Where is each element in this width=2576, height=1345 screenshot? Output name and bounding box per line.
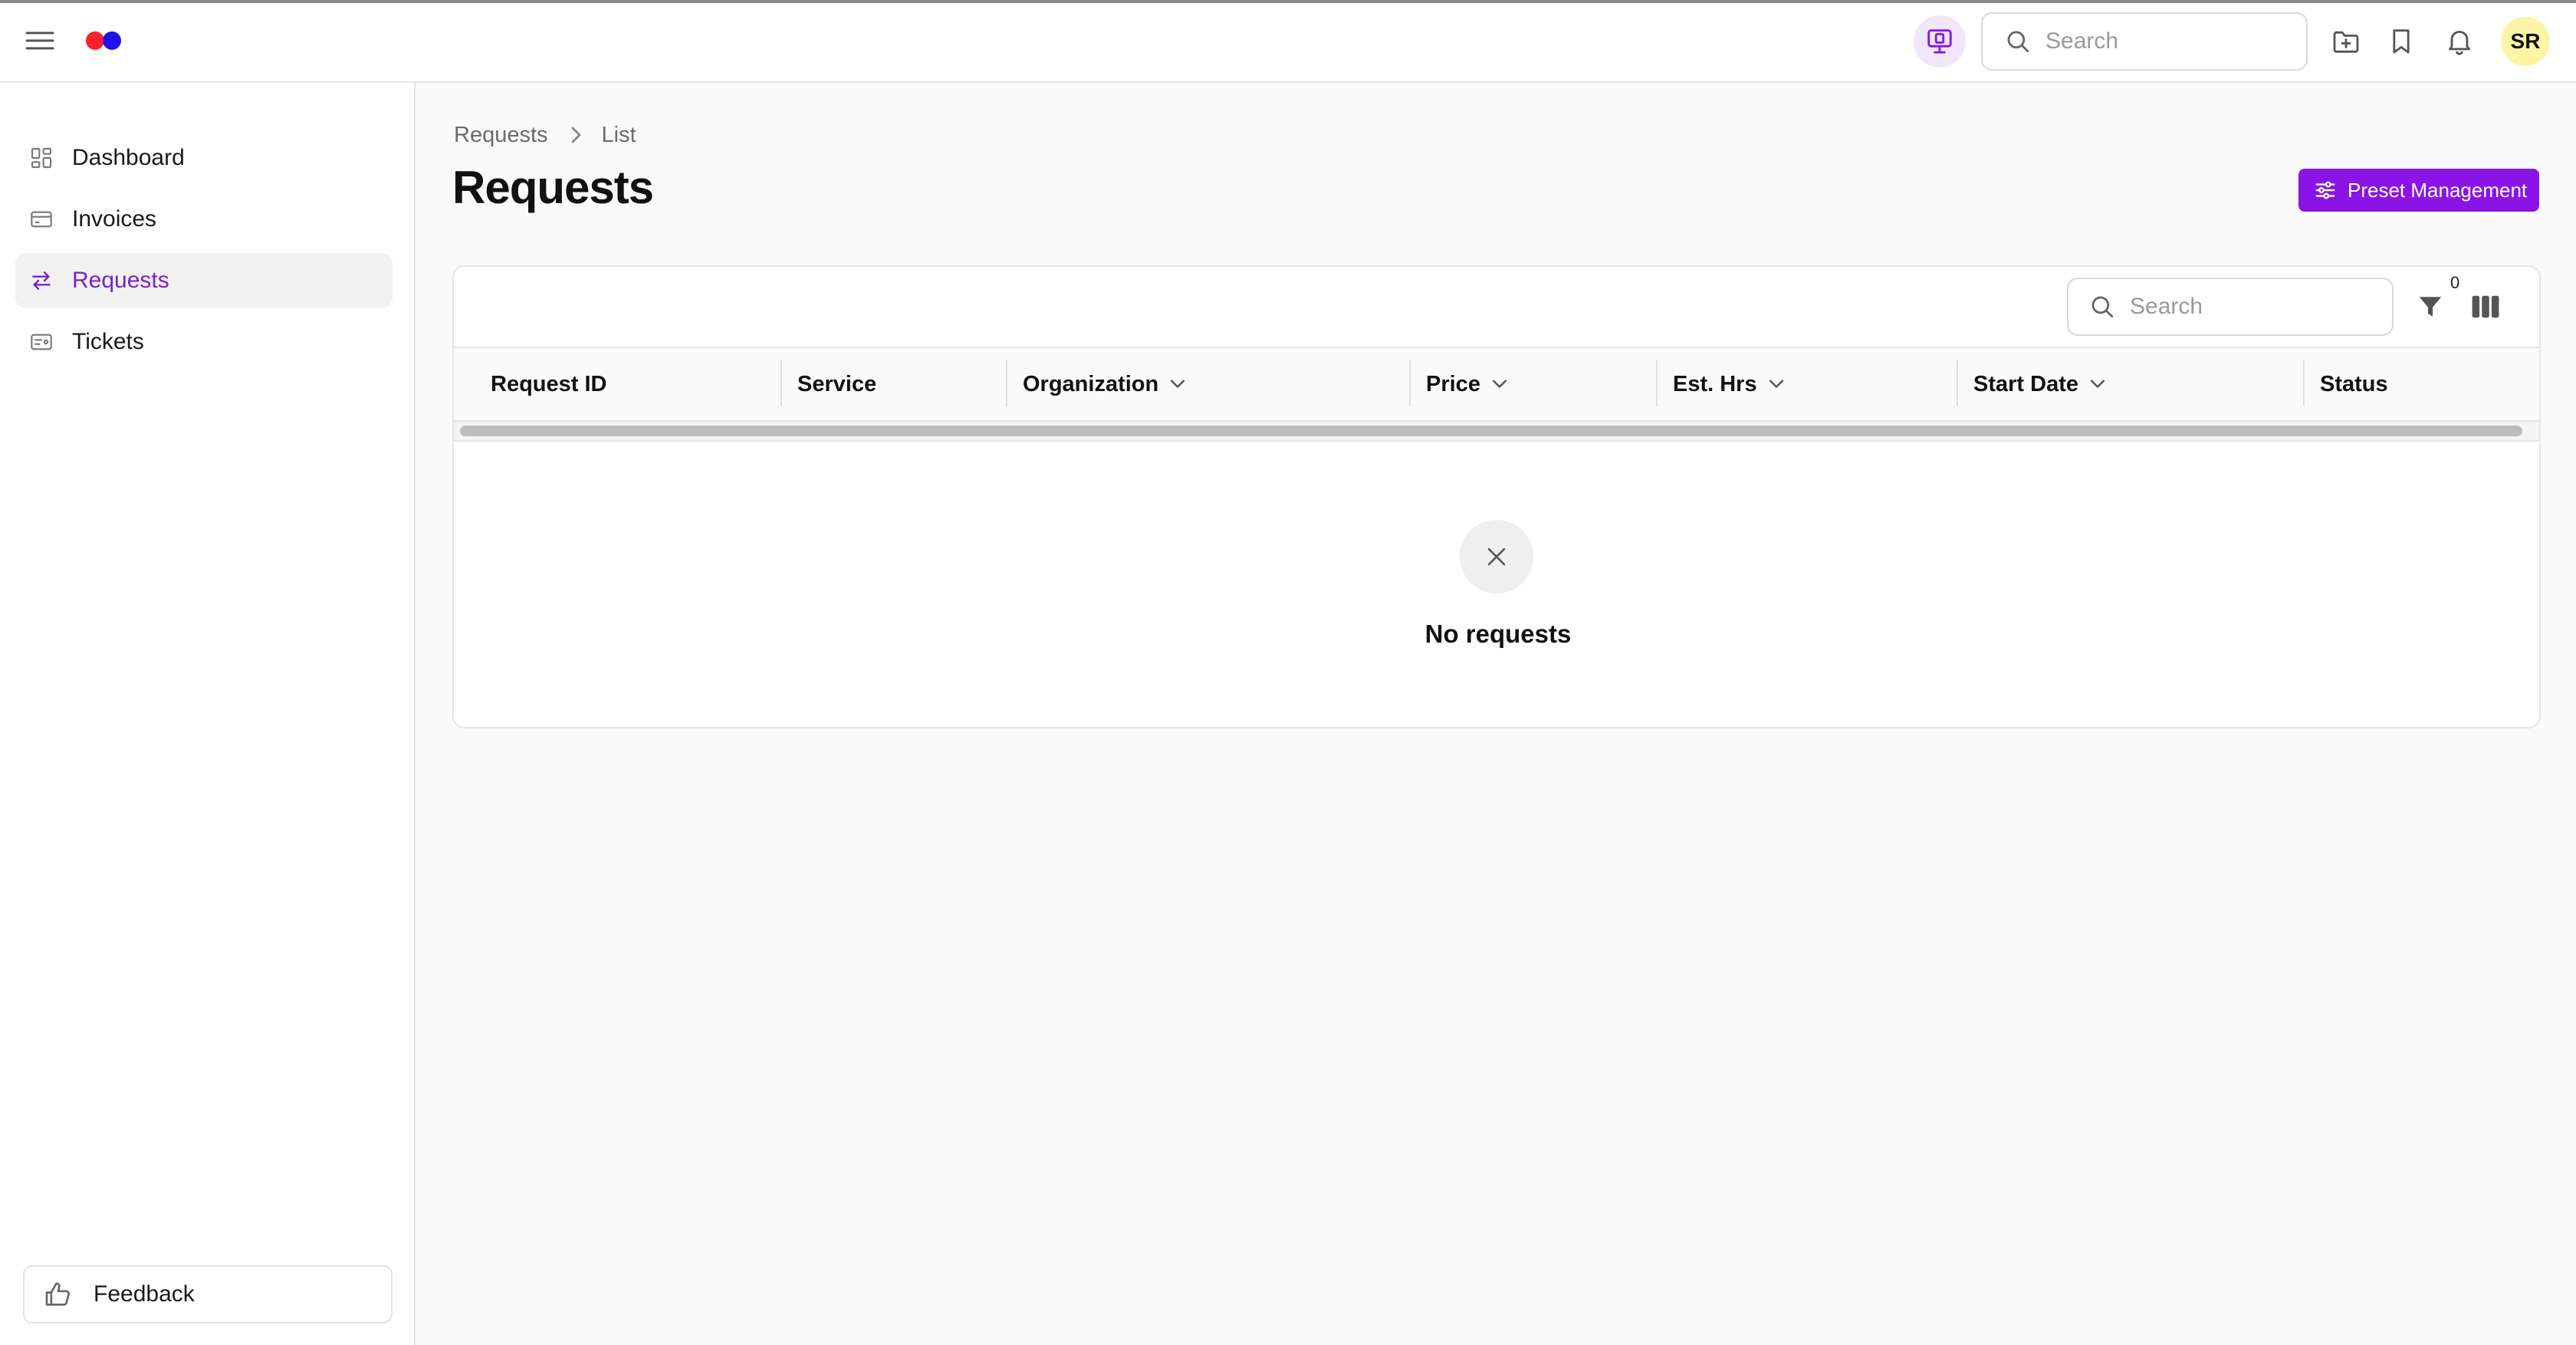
bell-icon[interactable] bbox=[2441, 23, 2478, 60]
sidebar-item-label: Dashboard bbox=[72, 145, 185, 170]
dashboard-icon bbox=[28, 144, 55, 172]
search-icon bbox=[2003, 26, 2033, 57]
bookmark-icon[interactable] bbox=[2383, 23, 2420, 60]
column-divider[interactable] bbox=[2303, 360, 2305, 406]
column-header-est-hrs[interactable]: Est. Hrs bbox=[1673, 348, 1785, 420]
page-title: Requests bbox=[452, 162, 654, 213]
global-search-input[interactable] bbox=[2044, 28, 2277, 55]
table-header: Request ID Service Organization Price Es… bbox=[454, 347, 2539, 420]
ticket-icon bbox=[28, 328, 55, 356]
invoice-icon bbox=[28, 206, 55, 233]
thumbs-up-icon bbox=[41, 1278, 75, 1311]
column-header-price[interactable]: Price bbox=[1426, 348, 1508, 420]
sidebar-item-dashboard[interactable]: Dashboard bbox=[15, 130, 393, 186]
global-search[interactable] bbox=[1981, 12, 2308, 71]
sliders-icon bbox=[2312, 177, 2338, 203]
column-divider[interactable] bbox=[780, 360, 782, 406]
column-header-organization[interactable]: Organization bbox=[1023, 348, 1186, 420]
filter-count-badge: 0 bbox=[2450, 273, 2460, 292]
requests-table-card: 0 Request ID Service Organization Price … bbox=[452, 265, 2541, 728]
table-search[interactable] bbox=[2067, 278, 2394, 336]
chevron-down-icon bbox=[2089, 379, 2106, 390]
app-window: SR Dashboard Invoices Requests Tickets bbox=[0, 0, 2576, 1345]
column-divider[interactable] bbox=[1409, 360, 1411, 406]
sidebar-item-requests[interactable]: Requests bbox=[15, 253, 393, 308]
empty-state-message: No requests bbox=[1424, 620, 1572, 648]
chevron-down-icon bbox=[1169, 379, 1186, 390]
column-header-service[interactable]: Service bbox=[797, 348, 876, 420]
app-logo[interactable] bbox=[86, 31, 123, 51]
breadcrumb-current: List bbox=[601, 122, 636, 147]
column-header-start-date[interactable]: Start Date bbox=[1973, 348, 2106, 420]
swap-arrows-icon bbox=[28, 267, 55, 294]
breadcrumb: Requests List bbox=[454, 120, 636, 150]
column-header-request-id[interactable]: Request ID bbox=[491, 348, 606, 420]
search-icon bbox=[2087, 291, 2118, 322]
folder-add-icon[interactable] bbox=[2328, 23, 2364, 60]
table-search-input[interactable] bbox=[2128, 293, 2361, 321]
feedback-button[interactable]: Feedback bbox=[23, 1265, 393, 1324]
chevron-down-icon bbox=[1491, 379, 1508, 390]
menu-icon[interactable] bbox=[20, 23, 60, 58]
columns-icon[interactable] bbox=[2466, 287, 2505, 327]
sidebar: Dashboard Invoices Requests Tickets Feed… bbox=[0, 83, 416, 1345]
column-divider[interactable] bbox=[1656, 360, 1658, 406]
scrollbar-thumb[interactable] bbox=[460, 426, 2522, 436]
column-header-status[interactable]: Status bbox=[2320, 348, 2388, 420]
monitor-icon[interactable] bbox=[1914, 15, 1966, 67]
chevron-right-icon bbox=[568, 126, 583, 144]
sidebar-item-label: Requests bbox=[72, 268, 169, 293]
feedback-label: Feedback bbox=[94, 1281, 195, 1307]
chevron-down-icon bbox=[1768, 379, 1785, 390]
user-avatar[interactable]: SR bbox=[2501, 17, 2550, 66]
sidebar-item-label: Invoices bbox=[72, 206, 157, 232]
preset-management-button[interactable]: Preset Management bbox=[2298, 169, 2539, 212]
horizontal-scrollbar[interactable] bbox=[454, 420, 2539, 442]
column-divider[interactable] bbox=[1957, 360, 1958, 406]
sidebar-item-tickets[interactable]: Tickets bbox=[15, 314, 393, 370]
close-icon bbox=[1460, 520, 1533, 594]
top-bar: SR bbox=[0, 0, 2576, 83]
filter-icon[interactable] bbox=[2410, 287, 2450, 327]
preset-management-label: Preset Management bbox=[2348, 178, 2528, 202]
column-divider[interactable] bbox=[1006, 360, 1007, 406]
sidebar-item-label: Tickets bbox=[72, 329, 144, 354]
window-edge bbox=[0, 0, 2576, 3]
breadcrumb-requests-link[interactable]: Requests bbox=[454, 123, 548, 148]
sidebar-item-invoices[interactable]: Invoices bbox=[15, 192, 393, 247]
